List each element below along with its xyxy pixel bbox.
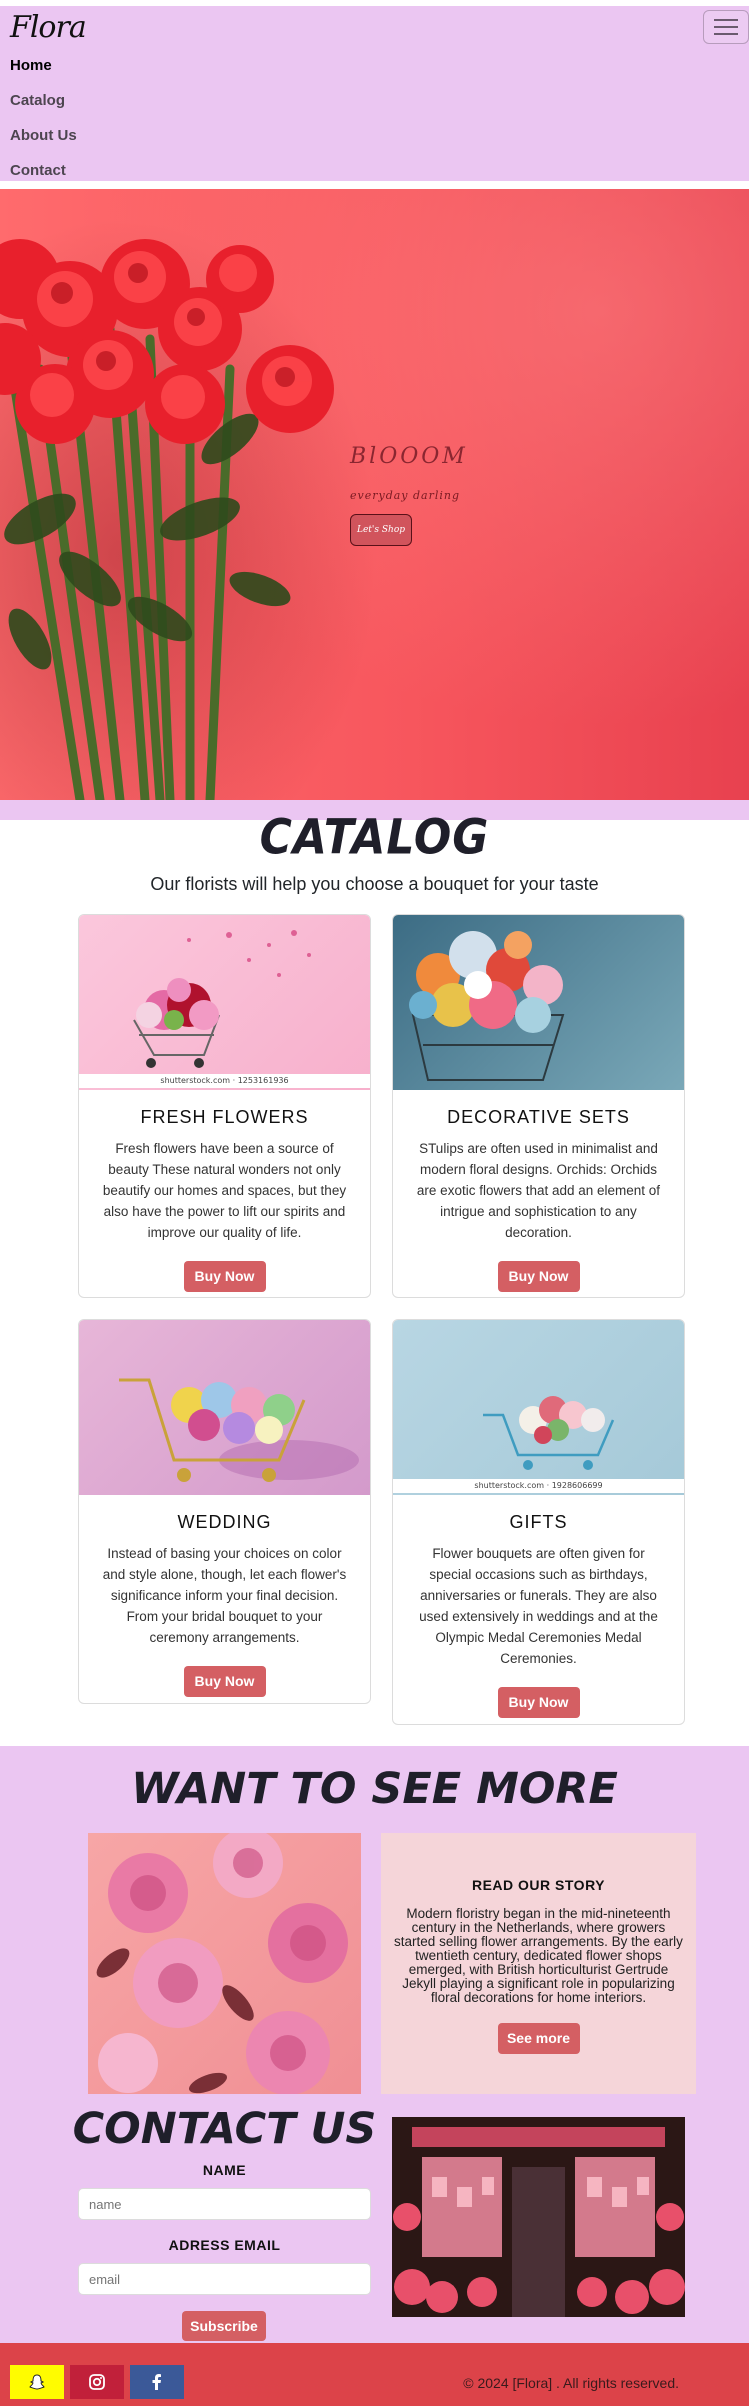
email-label: ADRESS EMAIL [168,2237,281,2253]
nav-links: Home Catalog About Us Contact [10,56,77,196]
nav-link-catalog[interactable]: Catalog [10,91,77,126]
hero-subtitle: everyday darling [350,489,461,502]
contact-title: CONTACT US [72,2104,377,2154]
story-title: READ OUR STORY [471,1877,605,1893]
navbar: Flora Home Catalog About Us Contact [0,6,749,181]
buy-now-button[interactable]: Buy Now [183,1666,266,1697]
brand-logo[interactable]: Flora [10,10,87,45]
card-title: DECORATIVE SETS [447,1107,630,1127]
card-fresh-flowers: shutterstock.com · 1253161936 FRESH FLOW… [78,914,371,1298]
pink-flowers-image [88,1833,361,2094]
card-gifts: shutterstock.com · 1928606699 GIFTS Flow… [392,1319,685,1725]
hamburger-icon [714,19,738,21]
more-title: WANT TO SEE MORE [131,1764,618,1814]
card-decorative-sets: DECORATIVE SETS STulips are often used i… [392,914,685,1298]
name-label: NAME [202,2162,247,2178]
card-text: STulips are often used in minimalist and… [416,1141,661,1240]
catalog-title: CATALOG [259,809,490,866]
instagram-icon [89,2374,105,2390]
wedding-image [79,1320,370,1495]
gift-cart-image [483,1396,615,1470]
snapchat-icon [29,2374,45,2390]
hero-banner: BlOOOM everyday darling Let's Shop [0,189,749,800]
card-title: WEDDING [177,1512,272,1532]
buy-now-button[interactable]: Buy Now [183,1261,266,1292]
instagram-link[interactable] [70,2365,124,2399]
nav-link-home[interactable]: Home [10,56,77,91]
roses-bouquet-image [0,239,334,800]
see-more-button[interactable]: See more [497,2023,580,2054]
hero-title: BlOOOM [350,444,468,469]
card-text: Fresh flowers have been a source of beau… [102,1141,347,1240]
subscribe-button[interactable]: Subscribe [182,2311,266,2341]
nav-link-about-us[interactable]: About Us [10,126,77,161]
colorful-cart-image [409,931,565,1081]
name-input[interactable] [78,2188,371,2220]
menu-toggle-button[interactable] [703,10,749,44]
flower-cart-image [133,930,311,1068]
flower-shop-image [392,2117,685,2317]
story-text: Modern floristry began in the mid-ninete… [394,1906,683,2005]
shop-front-image [392,2117,685,2317]
hero-content: BlOOOM everyday darling Let's Shop [350,444,468,546]
story-panel: READ OUR STORY Modern floristry began in… [381,1833,696,2094]
copyright-text: © 2024 [Flora] . All rights reserved. [463,2375,679,2391]
hamburger-icon-line [714,33,738,35]
image-credit: shutterstock.com · 1253161936 [79,1074,370,1088]
image-credit: shutterstock.com · 1928606699 [393,1479,684,1493]
card-title: GIFTS [509,1512,568,1532]
wedding-cart-image [119,1378,359,1482]
card-title: FRESH FLOWERS [140,1107,309,1127]
buy-now-button[interactable]: Buy Now [497,1261,580,1292]
card-text: Flower bouquets are often given for spec… [419,1546,658,1666]
footer: © 2024 [Flora] . All rights reserved. [0,2343,749,2406]
hamburger-icon-line [714,26,738,28]
fresh-flowers-image: shutterstock.com · 1253161936 [79,915,370,1090]
buy-now-button[interactable]: Buy Now [497,1687,580,1718]
facebook-icon [152,2374,161,2390]
facebook-link[interactable] [130,2365,184,2399]
card-text: Instead of basing your choices on color … [102,1546,347,1645]
decorative-sets-image [393,915,684,1090]
snapchat-link[interactable] [10,2365,64,2399]
nav-divider [0,181,749,189]
gifts-image: shutterstock.com · 1928606699 [393,1320,684,1495]
catalog-subtitle: Our florists will help you choose a bouq… [150,874,599,894]
lets-shop-button[interactable]: Let's Shop [350,514,412,546]
pink-peonies-image [96,1833,348,2094]
email-input[interactable] [78,2263,371,2295]
card-wedding: WEDDING Instead of basing your choices o… [78,1319,371,1704]
